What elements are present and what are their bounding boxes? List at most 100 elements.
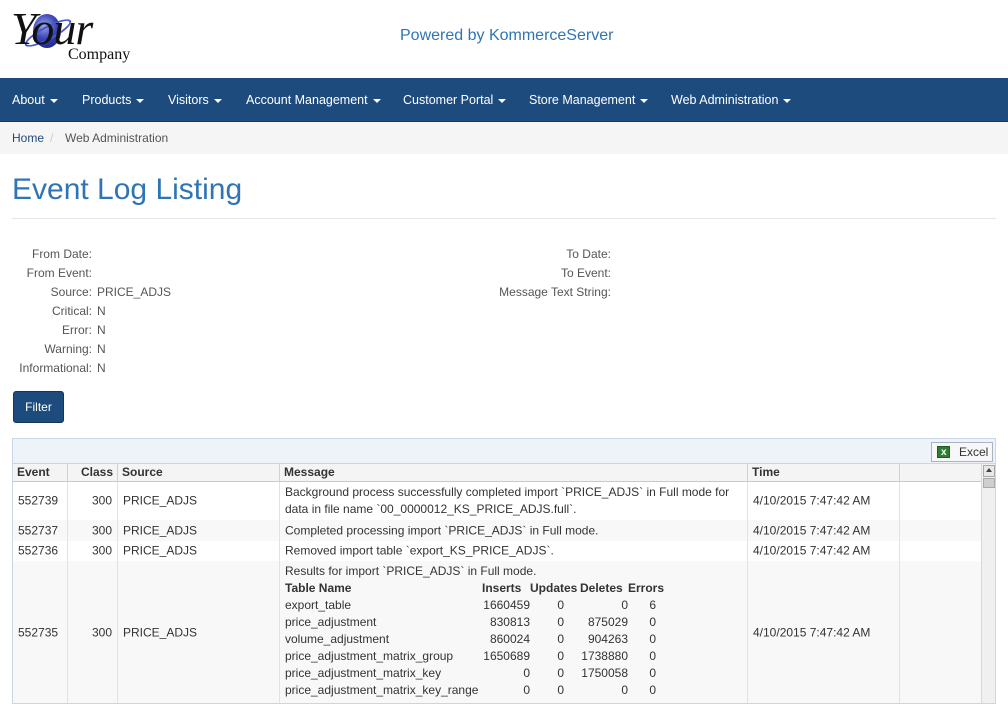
- results-inserts: 0: [523, 683, 530, 697]
- results-header-errors: Errors: [628, 581, 665, 595]
- caret-down-icon: [49, 98, 58, 103]
- nav-item-about[interactable]: About: [12, 78, 58, 122]
- to-event-label: To Event:: [560, 266, 611, 280]
- nav-item-customer-portal[interactable]: Customer Portal: [403, 78, 507, 122]
- nav-item-label: About: [12, 93, 45, 107]
- event-cell: 552739: [13, 482, 68, 520]
- results-inserts: 830813: [489, 615, 530, 629]
- class-value: 300: [91, 523, 112, 537]
- error-label: Error:: [62, 323, 92, 337]
- results-header-updates: Updates: [530, 581, 578, 595]
- from-date-label: From Date:: [31, 247, 92, 261]
- breadcrumb: Home / Web Administration: [0, 122, 1008, 154]
- informational-value: N: [97, 361, 106, 375]
- scroll-up-arrow-icon[interactable]: [983, 465, 995, 477]
- column-header-time[interactable]: Time: [748, 464, 900, 482]
- nav-item-account-management[interactable]: Account Management: [246, 78, 381, 122]
- table-row[interactable]: 552736 300 PRICE_ADJS Removed import tab…: [13, 541, 981, 561]
- results-header-row: Table Name Inserts Updates Deletes Error…: [285, 580, 668, 597]
- message-text-label: Message Text String:: [499, 285, 611, 299]
- nav-item-label: Web Administration: [671, 93, 779, 107]
- time-cell: 4/10/2015 7:47:42 AM: [748, 561, 900, 703]
- critical-value: N: [97, 304, 106, 318]
- excel-label: Excel: [959, 445, 989, 459]
- results-errors: 6: [649, 598, 656, 612]
- source-value: PRICE_ADJS: [123, 625, 198, 640]
- table-row[interactable]: 552735 300 PRICE_ADJS Results for import…: [13, 561, 981, 703]
- warning-value: N: [97, 342, 106, 356]
- caret-down-icon: [136, 98, 145, 103]
- column-header-event[interactable]: Event: [13, 464, 68, 482]
- results-inserts: 0: [523, 666, 530, 680]
- time-value: 4/10/2015 7:47:42 AM: [753, 523, 871, 537]
- nav-item-label: Customer Portal: [403, 93, 494, 107]
- grid-body: 552739 300 PRICE_ADJS Background process…: [13, 482, 981, 703]
- excel-export-button[interactable]: Excel: [931, 442, 993, 462]
- caret-down-icon: [640, 98, 649, 103]
- breadcrumb-home-link[interactable]: Home: [12, 131, 44, 145]
- column-header-class[interactable]: Class: [68, 464, 118, 482]
- event-value: 552735: [18, 625, 59, 640]
- message-value: Results for import `PRICE_ADJS` in Full …: [285, 564, 537, 578]
- class-value: 300: [91, 625, 112, 640]
- excel-icon: [937, 444, 950, 462]
- nav-item-label: Products: [82, 93, 132, 107]
- company-logo[interactable]: Your Company: [8, 3, 148, 68]
- column-header-source[interactable]: Source: [118, 464, 280, 482]
- results-deletes: 875029: [587, 615, 628, 629]
- results-table-name: price_adjustment_matrix_group: [285, 649, 454, 663]
- to-date-label: To Date:: [566, 247, 611, 261]
- results-updates: 0: [557, 615, 564, 629]
- nav-item-products[interactable]: Products: [82, 78, 145, 122]
- class-cell: 300: [68, 482, 118, 520]
- results-updates: 0: [557, 632, 564, 646]
- time-cell: 4/10/2015 7:47:42 AM: [748, 541, 900, 561]
- results-errors: 0: [649, 666, 656, 680]
- column-header-message[interactable]: Message: [280, 464, 748, 482]
- grid-toolbar: Excel: [13, 439, 995, 464]
- message-cell: Background process successfully complete…: [280, 482, 748, 520]
- message-value: Completed processing import `PRICE_ADJS`…: [285, 523, 599, 537]
- time-value: 4/10/2015 7:47:42 AM: [753, 543, 871, 558]
- source-cell: PRICE_ADJS: [118, 561, 280, 703]
- message-value: Background process successfully complete…: [285, 485, 730, 516]
- scroll-thumb[interactable]: [983, 478, 995, 488]
- event-cell: 552735: [13, 561, 68, 703]
- results-row: export_table 1660459 0 0 6: [285, 597, 668, 614]
- informational-label: Informational:: [19, 361, 92, 375]
- table-row[interactable]: 552737 300 PRICE_ADJS Completed processi…: [13, 520, 981, 541]
- results-updates: 0: [557, 666, 564, 680]
- source-cell: PRICE_ADJS: [118, 482, 280, 520]
- results-header-inserts: Inserts: [482, 581, 522, 595]
- nav-item-web-administration[interactable]: Web Administration: [671, 78, 792, 122]
- results-table-name: volume_adjustment: [285, 632, 390, 646]
- nav-item-visitors[interactable]: Visitors: [168, 78, 222, 122]
- results-inserts: 860024: [489, 632, 530, 646]
- from-event-label: From Event:: [26, 266, 92, 280]
- error-value: N: [97, 323, 106, 337]
- caret-down-icon: [783, 98, 792, 103]
- class-cell: 300: [68, 541, 118, 561]
- table-row[interactable]: 552739 300 PRICE_ADJS Background process…: [13, 482, 981, 520]
- event-value: 552736: [18, 543, 59, 558]
- event-cell: 552737: [13, 520, 68, 541]
- filter-button[interactable]: Filter: [13, 391, 64, 423]
- time-value: 4/10/2015 7:47:42 AM: [753, 625, 871, 640]
- results-updates: 0: [557, 598, 564, 612]
- grid-scrollbar[interactable]: [981, 464, 995, 703]
- event-value: 552737: [18, 523, 59, 537]
- source-value: PRICE_ADJS: [123, 523, 198, 537]
- logo-text-sub: Company: [68, 46, 131, 63]
- class-value: 300: [91, 543, 112, 558]
- results-errors: 0: [649, 683, 656, 697]
- results-updates: 0: [557, 649, 564, 663]
- nav-item-label: Store Management: [529, 93, 636, 107]
- time-cell: 4/10/2015 7:47:42 AM: [748, 520, 900, 541]
- nav-item-store-management[interactable]: Store Management: [529, 78, 649, 122]
- results-deletes: 904263: [587, 632, 628, 646]
- message-cell: Completed processing import `PRICE_ADJS`…: [280, 520, 748, 541]
- breadcrumb-separator: /: [50, 131, 54, 145]
- results-row: price_adjustment_matrix_group 1650689 0 …: [285, 648, 668, 665]
- results-row: price_adjustment 830813 0 875029 0: [285, 614, 668, 631]
- results-deletes: 0: [621, 683, 628, 697]
